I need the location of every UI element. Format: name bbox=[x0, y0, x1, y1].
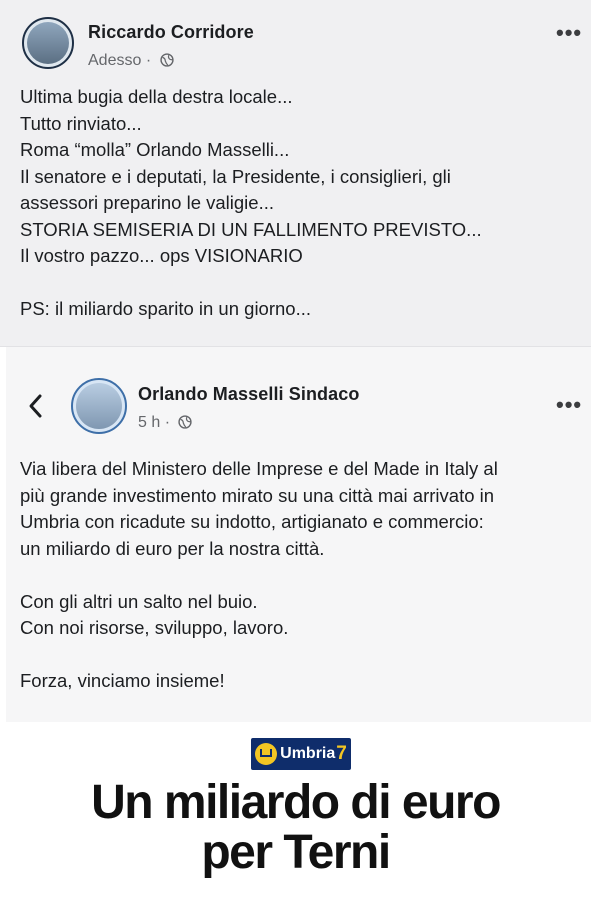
post2-meta: 5 h · bbox=[138, 414, 193, 432]
globe-icon bbox=[178, 415, 193, 429]
logo-number: 7 bbox=[336, 743, 347, 764]
post2-text: Via libera del Ministero delle Imprese e… bbox=[20, 458, 498, 691]
post2-author[interactable]: Orlando Masselli Sindaco bbox=[138, 384, 359, 405]
meta-separator: · bbox=[145, 52, 152, 69]
post1-text: Ultima bugia della destra locale... Tutt… bbox=[20, 86, 482, 319]
globe-icon bbox=[159, 53, 174, 67]
post2-time[interactable]: 5 h bbox=[138, 414, 160, 431]
more-options-button[interactable]: ••• bbox=[556, 392, 582, 418]
avatar-riccardo-corridore[interactable] bbox=[22, 17, 74, 69]
umbria7-seal-icon bbox=[255, 743, 278, 765]
post1-time[interactable]: Adesso bbox=[88, 52, 141, 69]
meta-separator: · bbox=[164, 414, 171, 431]
headline-line1: Un miliardo di euro bbox=[91, 776, 501, 829]
image-headline: Un miliardo di euro per Terni bbox=[0, 778, 591, 878]
chevron-left-icon[interactable] bbox=[26, 393, 46, 419]
avatar-orlando-masselli[interactable] bbox=[71, 378, 127, 434]
umbria7-logo: Umbria 7 bbox=[251, 738, 351, 770]
logo-text: Umbria bbox=[280, 745, 336, 762]
headline-line2: per Terni bbox=[201, 826, 391, 879]
post1-author[interactable]: Riccardo Corridore bbox=[88, 22, 254, 43]
more-options-button[interactable]: ••• bbox=[556, 20, 582, 46]
post1-meta: Adesso · bbox=[88, 52, 174, 70]
